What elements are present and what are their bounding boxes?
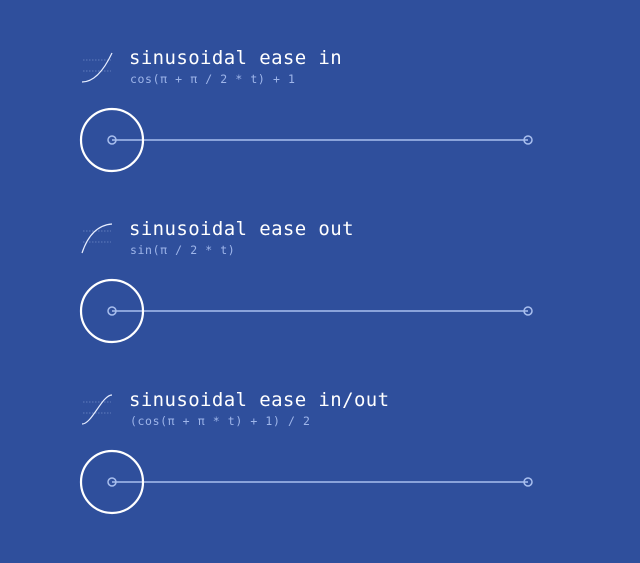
easing-section-ease-in-out: sinusoidal ease in/out (cos(π + π * t) +… — [0, 389, 640, 563]
animation-track — [79, 449, 533, 515]
animation-track — [79, 278, 533, 344]
easing-section-ease-out: sinusoidal ease out sin(π / 2 * t) — [0, 218, 640, 392]
animation-track — [79, 107, 533, 173]
easing-section-ease-in: sinusoidal ease in cos(π + π / 2 * t) + … — [0, 47, 640, 221]
